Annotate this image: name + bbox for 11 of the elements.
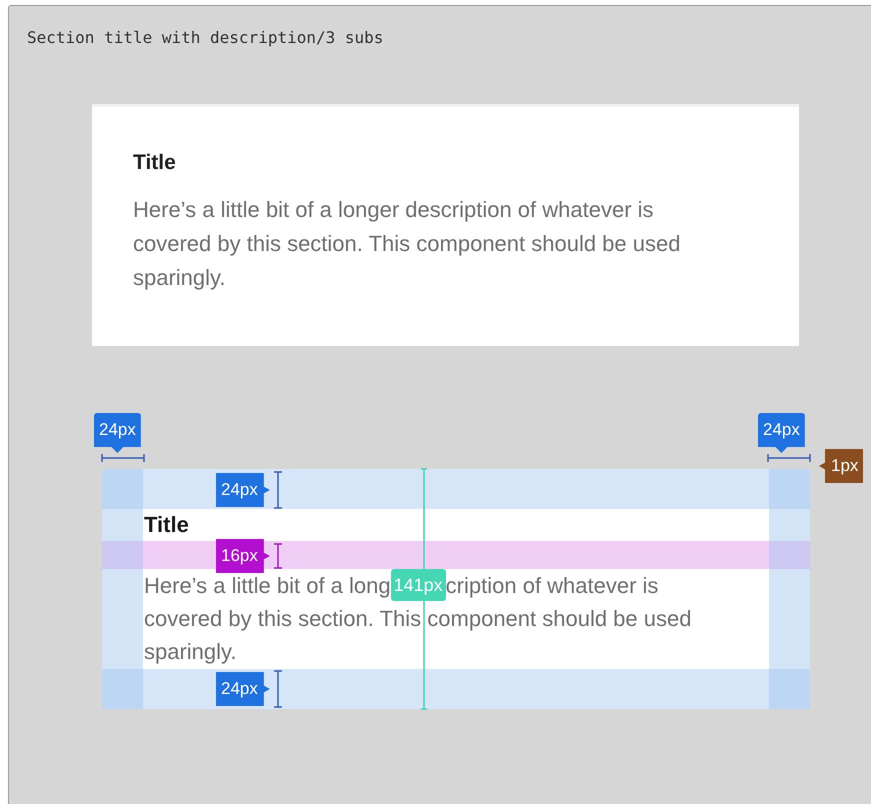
- section-heading: Section title with description/3 subs: [26, 27, 384, 49]
- measure-badge: 24px: [758, 413, 805, 453]
- card-title: Title: [143, 511, 190, 539]
- measure-badge: 16px: [216, 539, 270, 573]
- measure-badge: 1px: [819, 449, 864, 483]
- height-badge: 141px: [390, 569, 446, 601]
- measure-badge: 24px: [94, 413, 141, 453]
- card-description: Here’s a little bit of a longer description of whatever is covered by this section. This component should be used sparingly.: [133, 196, 682, 292]
- measure-badge: 24px: [216, 672, 270, 706]
- card-title: Title: [133, 150, 177, 176]
- measure-badge: 24px: [216, 473, 270, 507]
